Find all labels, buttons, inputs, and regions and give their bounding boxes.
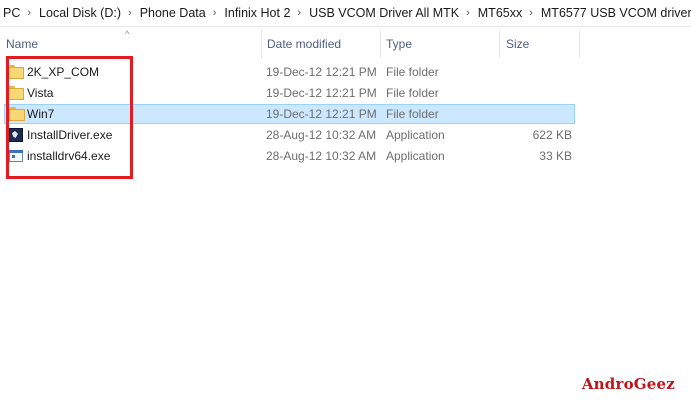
breadcrumb-separator-icon[interactable]: › bbox=[209, 7, 221, 19]
breadcrumb-item-phone-data[interactable]: Phone Data bbox=[136, 6, 209, 20]
file-date: 28-Aug-12 10:32 AM bbox=[266, 128, 377, 142]
watermark: AndroGeez bbox=[581, 375, 675, 393]
file-type: File folder bbox=[386, 86, 439, 100]
column-type[interactable]: Type bbox=[380, 30, 500, 58]
breadcrumb-item-local-disk[interactable]: Local Disk (D:) bbox=[35, 6, 124, 20]
file-type: Application bbox=[386, 128, 445, 142]
breadcrumb-separator-icon[interactable]: › bbox=[293, 7, 305, 19]
red-highlight-box bbox=[6, 56, 133, 179]
column-name[interactable]: Name bbox=[0, 30, 262, 58]
breadcrumb-item-mt6577[interactable]: MT6577 USB VCOM drivers bbox=[537, 6, 691, 20]
file-date: 19-Dec-12 12:21 PM bbox=[266, 86, 377, 100]
breadcrumb-separator-icon[interactable]: › bbox=[23, 7, 35, 19]
breadcrumb-item-pc[interactable]: PC bbox=[0, 6, 23, 20]
file-date: 19-Dec-12 12:21 PM bbox=[266, 65, 377, 79]
breadcrumb-separator-icon[interactable]: › bbox=[124, 7, 136, 19]
breadcrumb-item-usb-vcom[interactable]: USB VCOM Driver All MTK bbox=[305, 6, 462, 20]
file-date: 28-Aug-12 10:32 AM bbox=[266, 149, 377, 163]
breadcrumb-item-mt65xx[interactable]: MT65xx bbox=[474, 6, 525, 20]
column-header: ^ Name Date modified Type Size bbox=[0, 30, 691, 58]
file-type: Application bbox=[386, 149, 445, 163]
breadcrumb: PC › Local Disk (D:) › Phone Data › Infi… bbox=[0, 0, 691, 27]
column-divider[interactable] bbox=[579, 30, 580, 58]
file-date: 19-Dec-12 12:21 PM bbox=[266, 107, 377, 121]
column-date-modified[interactable]: Date modified bbox=[261, 30, 381, 58]
breadcrumb-separator-icon[interactable]: › bbox=[462, 7, 474, 19]
breadcrumb-separator-icon[interactable]: › bbox=[525, 7, 537, 19]
column-size[interactable]: Size bbox=[500, 30, 580, 58]
file-type: File folder bbox=[386, 107, 439, 121]
file-type: File folder bbox=[386, 65, 439, 79]
breadcrumb-item-infinix[interactable]: Infinix Hot 2 bbox=[220, 6, 293, 20]
file-size: 33 KB bbox=[539, 149, 572, 163]
file-size: 622 KB bbox=[532, 128, 572, 142]
